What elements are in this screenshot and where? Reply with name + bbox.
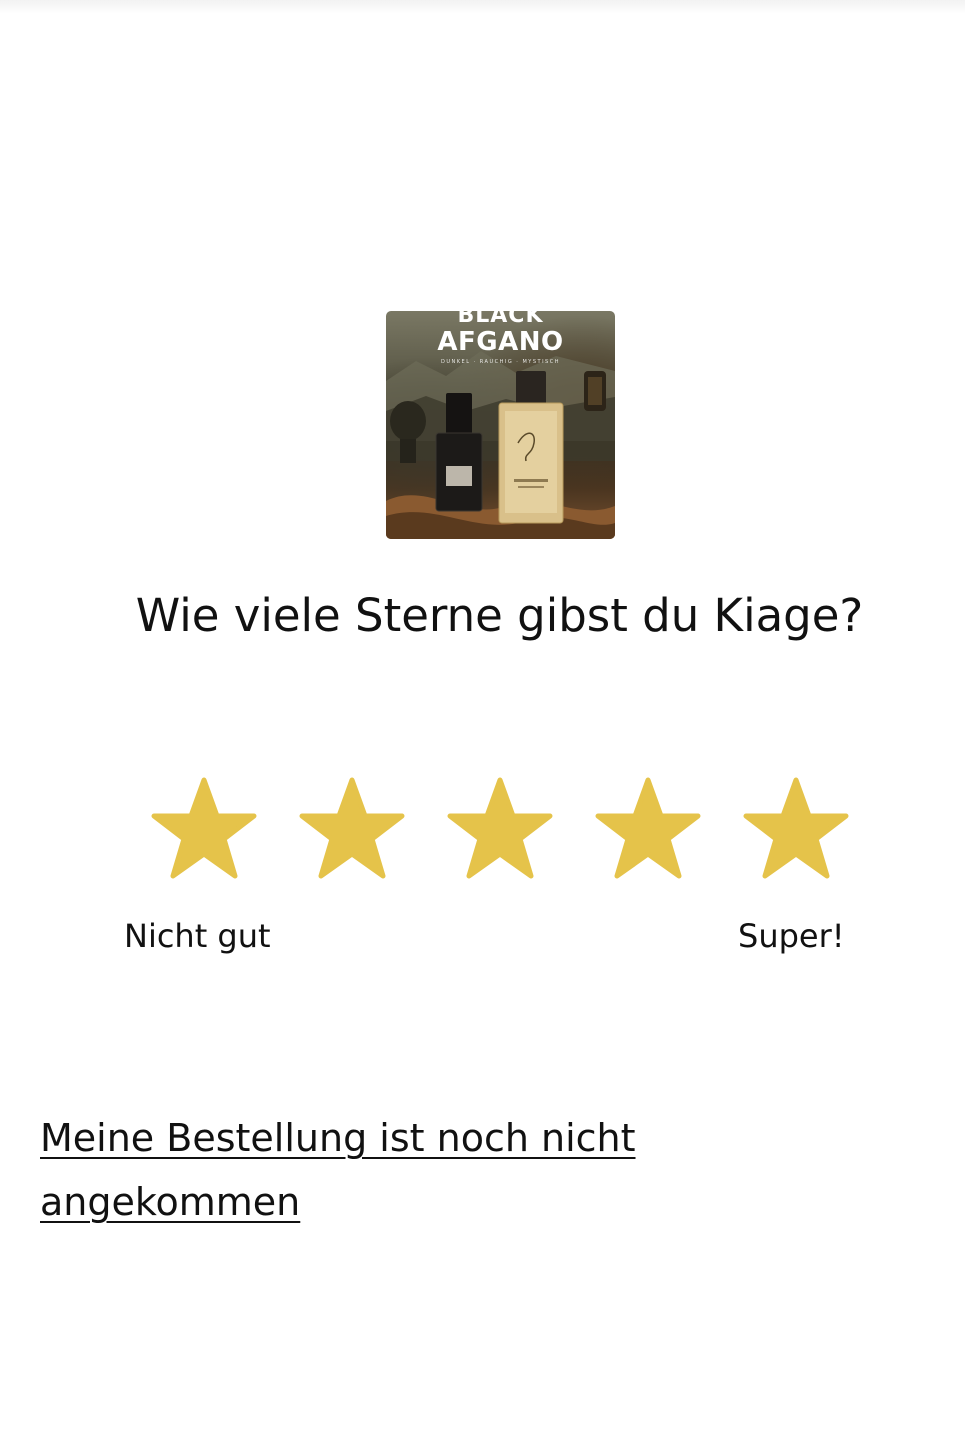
star-icon	[151, 777, 257, 879]
top-shadow	[0, 0, 965, 14]
star-4-button[interactable]	[594, 776, 702, 880]
rating-question: Wie viele Sterne gibst du Kiage?	[135, 589, 864, 642]
star-rating	[150, 776, 850, 880]
star-1-button[interactable]	[150, 776, 258, 880]
star-5-button[interactable]	[742, 776, 850, 880]
rating-label-high: Super!	[738, 917, 845, 955]
rating-label-low: Nicht gut	[124, 917, 271, 955]
star-3-button[interactable]	[446, 776, 554, 880]
star-icon	[595, 777, 701, 879]
star-icon	[299, 777, 405, 879]
product-image: BLACK AFGANO DUNKEL · RAUCHIG · MYSTISCH	[386, 311, 615, 539]
review-page: BLACK AFGANO DUNKEL · RAUCHIG · MYSTISCH…	[0, 0, 965, 1440]
star-icon	[447, 777, 553, 879]
star-icon	[743, 777, 849, 879]
image-brand-tagline-text: DUNKEL · RAUCHIG · MYSTISCH	[441, 359, 560, 365]
image-brand-main-text: AFGANO	[437, 327, 564, 357]
order-not-arrived-link[interactable]: Meine Bestellung ist noch nicht angekomm…	[40, 1106, 720, 1234]
star-2-button[interactable]	[298, 776, 406, 880]
